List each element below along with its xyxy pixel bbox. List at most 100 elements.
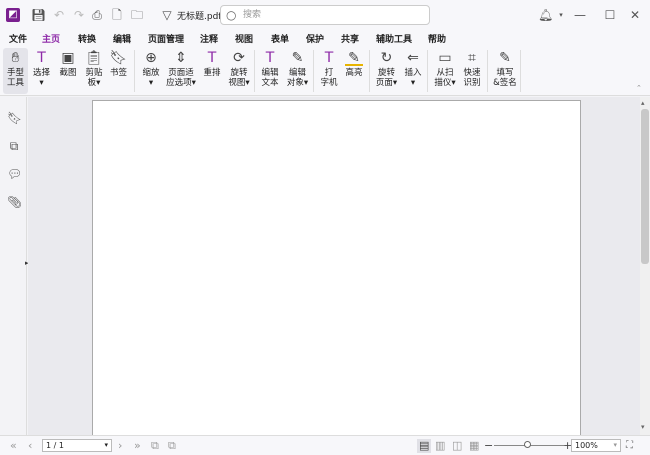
scrollbar-thumb[interactable] [641, 109, 649, 264]
notification-dropdown-icon[interactable]: ▾ [554, 8, 568, 22]
ribbon-label: 编辑 [261, 68, 279, 78]
search-placeholder: 搜索 [243, 10, 262, 20]
title-bar: ◩ 💾︎ ↶ ↷ ⎙ 🗋︎ 🗀︎ ▽ 无标题.pdf * ○ 搜索 🔔︎ ▾ — … [0, 0, 650, 31]
bookmark-panel-icon[interactable]: 🔖︎ [7, 111, 22, 125]
ribbon-button-edit-text[interactable]: T 编辑 文本 [258, 48, 282, 94]
ribbon-label: 重排 [203, 68, 221, 78]
ribbon-button-insert[interactable]: ⇐ 插入 ▾ [401, 48, 425, 94]
continuous-facing-icon[interactable]: ▦ [469, 439, 479, 453]
ribbon-label: 对象▾ [286, 78, 309, 88]
save-icon[interactable]: 💾︎ [31, 8, 46, 22]
ribbon-divider [134, 50, 135, 92]
scroll-up-icon[interactable]: ▴ [641, 99, 645, 107]
hand-icon: ✋︎ [11, 50, 20, 66]
tab-form[interactable]: 表单 [271, 32, 289, 45]
clipboard-icon: 📋︎ [85, 50, 103, 66]
rotate-view-icon: ⟳ [233, 50, 245, 66]
ribbon-label: 旋转 [377, 68, 395, 78]
ribbon-toolbar: ✋︎ 手型 工具 T 选择 ▾ ▣ 截图 📋︎ 剪贴 板▾ 🔖︎ 书签 ⊕ 缩放 ▾ ⇕ 页面适 应选项▾ T 重排 ⟳ 旋… [0, 46, 650, 96]
reflow-icon: T [207, 50, 217, 66]
pages-panel-icon[interactable]: ⧉ [7, 139, 21, 153]
single-page-icon[interactable]: ▤ [417, 439, 432, 453]
previous-page-icon[interactable]: ‹ [28, 439, 32, 453]
collapse-ribbon-icon[interactable]: ⌃ [636, 84, 642, 92]
facing-page-icon[interactable]: ◫ [452, 439, 462, 453]
tab-edit[interactable]: 编辑 [113, 32, 131, 45]
ribbon-button-screenshot[interactable]: ▣ 截图 [56, 48, 80, 94]
ribbon-button-clipboard[interactable]: 📋︎ 剪贴 板▾ [82, 48, 106, 94]
tab-help[interactable]: 帮助 [428, 32, 446, 45]
tab-page-management[interactable]: 页面管理 [148, 32, 184, 45]
redo-icon[interactable]: ↷ [72, 8, 86, 22]
ribbon-button-typewriter[interactable]: T 打字机 [318, 48, 340, 94]
notification-bell-icon[interactable]: 🔔︎ [538, 8, 553, 22]
zoom-slider-handle[interactable] [524, 441, 531, 448]
tab-share[interactable]: 共享 [341, 32, 359, 45]
ribbon-button-reflow[interactable]: T 重排 [201, 48, 223, 94]
open-folder-icon[interactable]: 🗀︎ [130, 8, 144, 22]
ribbon-label: ▾ [410, 78, 416, 88]
ribbon-button-scanner[interactable]: ▭ 从扫 描仪▾ [432, 48, 458, 94]
ribbon-label: &签名 [493, 78, 517, 88]
ribbon-button-highlight[interactable]: ✎ 高亮 [343, 48, 365, 94]
ribbon-button-select-text[interactable]: T 选择 ▾ [29, 48, 54, 94]
zoom-level: 100% [575, 441, 598, 450]
ribbon-label: 填写 [496, 68, 514, 78]
ribbon-label: ▾ [39, 78, 44, 88]
ribbon-label: 描仪▾ [434, 78, 456, 88]
ribbon-label: 截图 [59, 68, 77, 78]
vertical-scrollbar[interactable]: ▴ ▾ [640, 97, 650, 435]
close-button[interactable]: ✕ [628, 8, 642, 22]
comments-panel-icon[interactable]: 💬︎ [7, 167, 22, 181]
document-page[interactable] [92, 100, 581, 440]
ribbon-button-zoom[interactable]: ⊕ 缩放 ▾ [139, 48, 163, 94]
zoom-icon: ⊕ [145, 50, 157, 66]
ribbon-button-fill-sign[interactable]: ✎ 填写 &签名 [490, 48, 520, 94]
print-icon[interactable]: ⎙ [90, 8, 104, 22]
ribbon-label: 识别 [463, 78, 481, 88]
page-dropdown-icon[interactable]: ▾ [104, 440, 108, 451]
scroll-down-icon[interactable]: ▾ [641, 423, 645, 431]
tab-view[interactable]: 视图 [235, 32, 253, 45]
tab-comment[interactable]: 注释 [200, 32, 218, 45]
ribbon-label: 字机 [320, 78, 338, 88]
zoom-out-icon[interactable]: − [484, 439, 493, 453]
ribbon-button-rotate-page[interactable]: ↻ 旋转 页面▾ [374, 48, 399, 94]
ribbon-button-bookmark[interactable]: 🔖︎ 书签 [107, 48, 130, 94]
ribbon-divider [313, 50, 314, 92]
tab-convert[interactable]: 转换 [78, 32, 96, 45]
ribbon-button-fit-page[interactable]: ⇕ 页面适 应选项▾ [166, 48, 196, 94]
left-sidebar: 🔖︎ ⧉ 💬︎ 📎︎ ▸ [0, 97, 29, 435]
previous-view-icon[interactable]: ⧉ [151, 439, 159, 453]
attachments-panel-icon[interactable]: 📎︎ [7, 195, 22, 209]
last-page-icon[interactable]: » [134, 439, 141, 453]
undo-icon[interactable]: ↶ [52, 8, 66, 22]
new-file-icon[interactable]: 🗋︎ [110, 8, 124, 22]
page-number: 1 / 1 [46, 441, 64, 450]
ribbon-label: 缩放 [142, 68, 160, 78]
fit-page-icon: ⇕ [175, 50, 187, 66]
zoom-dropdown-icon[interactable]: ▾ [613, 440, 617, 451]
quick-access-dropdown-icon[interactable]: ▽ [160, 8, 174, 22]
ribbon-button-rotate-view[interactable]: ⟳ 旋转 视图▾ [227, 48, 251, 94]
maximize-button[interactable]: ☐ [603, 8, 617, 22]
ribbon-button-edit-object[interactable]: ✎ 编辑 对象▾ [284, 48, 311, 94]
page-number-input[interactable]: 1 / 1 ▾ [42, 439, 112, 452]
next-page-icon[interactable]: › [118, 439, 122, 453]
ribbon-label: 快速 [463, 68, 481, 78]
continuous-page-icon[interactable]: ▥ [435, 439, 445, 453]
next-view-icon[interactable]: ⧉ [168, 439, 176, 453]
search-input[interactable]: ○ 搜索 [220, 5, 430, 25]
fullscreen-icon[interactable]: ⛶ [626, 439, 633, 453]
ribbon-label: 打 [324, 68, 334, 78]
tab-protect[interactable]: 保护 [306, 32, 324, 45]
tab-accessibility[interactable]: 辅助工具 [376, 32, 412, 45]
minimize-button[interactable]: — [573, 8, 587, 22]
zoom-level-input[interactable]: 100% ▾ [571, 439, 621, 452]
ribbon-button-ocr[interactable]: ⌗ 快速 识别 [460, 48, 484, 94]
ribbon-label: 应选项▾ [166, 78, 196, 88]
tab-file[interactable]: 文件 [9, 32, 27, 45]
first-page-icon[interactable]: « [10, 439, 17, 453]
ribbon-label: 选择 [32, 68, 50, 78]
ribbon-button-hand[interactable]: ✋︎ 手型 工具 [3, 48, 28, 94]
